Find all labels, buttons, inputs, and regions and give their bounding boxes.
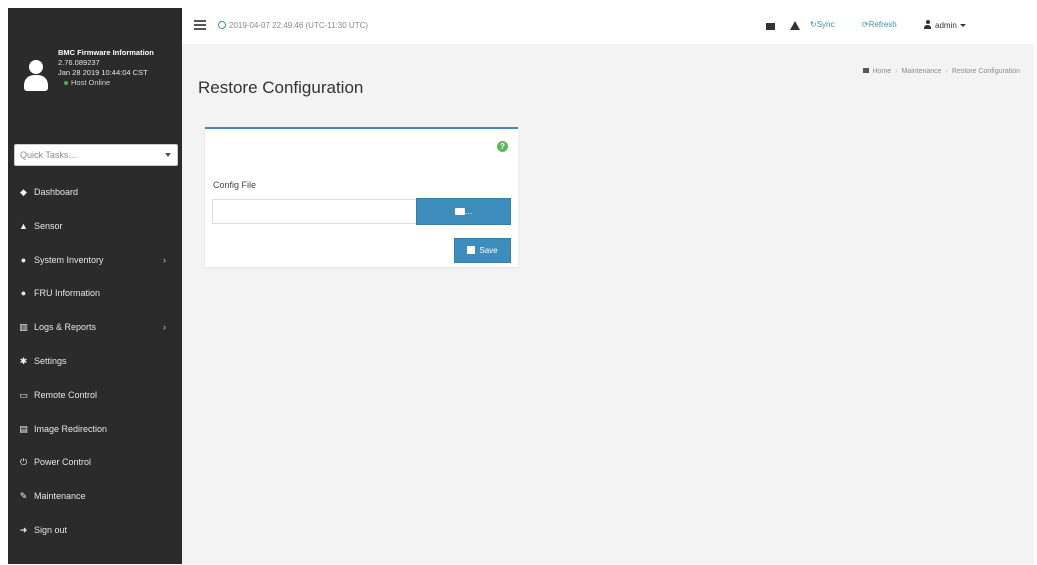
- tachometer-icon: ◆: [20, 187, 27, 197]
- page-title: Restore Configuration: [198, 78, 364, 97]
- config-file-input[interactable]: [212, 199, 417, 224]
- firmware-info-title: BMC Firmware Information: [58, 48, 154, 57]
- sidebar: BMC Firmware Information 2.76.089237 Jan…: [8, 8, 182, 564]
- sidebar-item-dashboard[interactable]: ◆ Dashboard: [8, 176, 182, 210]
- main-content: Restore Configuration Home › Maintenance › R…: [182, 44, 1034, 564]
- sidebar-item-maintenance[interactable]: ✎ Maintenance: [8, 480, 182, 514]
- clock-icon: [218, 21, 226, 29]
- sidebar-item-sensor[interactable]: ▲ Sensor: [8, 210, 182, 244]
- folder-icon: [454, 208, 465, 215]
- quick-tasks-placeholder: Quick Tasks...: [20, 150, 76, 160]
- host-status-label: Host Online: [71, 78, 111, 87]
- sidebar-item-remote-control[interactable]: ▭ Remote Control: [8, 379, 182, 413]
- top-bar: 2019-04-07 22:49:46 (UTC-11:30 UTC) ↻Syn…: [182, 8, 1034, 44]
- sensor-icon: ▲: [19, 220, 28, 231]
- sidebar-item-label: Image Redirection: [34, 423, 108, 434]
- home-icon: [863, 68, 870, 73]
- disc-icon: ▤: [19, 423, 28, 434]
- firmware-version: 2.76.089237: [58, 58, 100, 67]
- firmware-date: Jan 28 2019 10:44:04 CST: [58, 68, 148, 77]
- sidebar-item-label: System Inventory: [34, 254, 104, 265]
- browse-label: ...: [464, 206, 473, 216]
- help-icon[interactable]: ?: [497, 141, 508, 152]
- datetime-display: 2019-04-07 22:49:46 (UTC-11:30 UTC): [218, 21, 368, 30]
- bar-chart-icon: ▥: [19, 322, 28, 333]
- sidebar-item-system-inventory[interactable]: ● System Inventory ›: [8, 244, 182, 278]
- sidebar-item-label: Logs & Reports: [34, 322, 97, 333]
- sidebar-item-label: Remote Control: [34, 389, 98, 400]
- sidebar-item-power-control[interactable]: ⏻ Power Control: [8, 446, 182, 480]
- warning-icon[interactable]: [790, 21, 800, 30]
- sidebar-item-label: Settings: [34, 355, 67, 366]
- sync-button[interactable]: ↻Sync: [810, 20, 835, 29]
- sidebar-menu: ◆ Dashboard ▲ Sensor ● System Inventory › ●…: [8, 176, 182, 548]
- user-menu[interactable]: admin: [924, 20, 966, 30]
- chevron-right-icon: ›: [163, 322, 166, 333]
- wrench-icon: ✎: [19, 491, 28, 502]
- config-file-label: Config File: [213, 180, 257, 190]
- sidebar-item-label: Sensor: [34, 220, 63, 231]
- user-icon: [924, 20, 931, 29]
- breadcrumb-current: Restore Configuration: [951, 68, 1020, 75]
- chevron-down-icon: [959, 24, 966, 27]
- sidebar-item-fru-information[interactable]: ● FRU Information: [8, 277, 182, 311]
- sidebar-item-settings[interactable]: ✱ Settings: [8, 345, 182, 379]
- sidebar-item-logs-reports[interactable]: ▥ Logs & Reports ›: [8, 311, 182, 345]
- floppy-disk-icon: [467, 246, 476, 254]
- sync-label: Sync: [816, 20, 835, 29]
- online-dot-icon: [64, 81, 68, 86]
- quick-tasks-select[interactable]: Quick Tasks...: [14, 144, 178, 166]
- power-icon: ⏻: [19, 457, 28, 468]
- info-icon: ●: [20, 254, 27, 265]
- user-label: admin: [935, 21, 957, 30]
- host-status: Host Online: [58, 78, 182, 88]
- sidebar-item-label: Power Control: [34, 457, 92, 468]
- gear-icon: ✱: [19, 355, 28, 366]
- datetime-text: 2019-04-07 22:49:46 (UTC-11:30 UTC): [229, 21, 369, 30]
- chevron-right-icon: ›: [163, 254, 166, 265]
- sign-out-icon: ➜: [19, 524, 28, 535]
- envelope-icon[interactable]: [766, 23, 775, 30]
- firmware-profile: BMC Firmware Information 2.76.089237 Jan…: [8, 8, 182, 132]
- browse-button[interactable]: ...: [416, 198, 511, 225]
- refresh-label: Refresh: [868, 20, 897, 29]
- sidebar-item-label: FRU Information: [34, 288, 101, 299]
- sidebar-item-label: Dashboard: [34, 187, 79, 197]
- sync-icon: ↻: [810, 20, 817, 29]
- refresh-button[interactable]: ⟳Refresh: [862, 20, 897, 29]
- sidebar-item-sign-out[interactable]: ➜ Sign out: [8, 514, 182, 548]
- save-label: Save: [479, 246, 498, 255]
- restore-config-card: ? Config File ... Save: [205, 127, 518, 267]
- breadcrumb-maintenance[interactable]: Maintenance: [901, 68, 941, 75]
- hamburger-menu-icon[interactable]: [194, 20, 206, 30]
- sidebar-item-label: Sign out: [34, 524, 68, 535]
- chevron-down-icon: [165, 153, 171, 157]
- save-button[interactable]: Save: [454, 238, 511, 263]
- refresh-icon: ⟳: [862, 20, 869, 29]
- breadcrumb-home[interactable]: Home: [872, 68, 891, 75]
- sidebar-item-image-redirection[interactable]: ▤ Image Redirection: [8, 413, 182, 447]
- monitor-icon: ▭: [19, 389, 28, 400]
- info-icon: ●: [20, 288, 27, 299]
- user-avatar-icon: [22, 56, 50, 96]
- sidebar-item-label: Maintenance: [34, 491, 86, 502]
- breadcrumb: Home › Maintenance › Restore Configuration: [863, 68, 1020, 75]
